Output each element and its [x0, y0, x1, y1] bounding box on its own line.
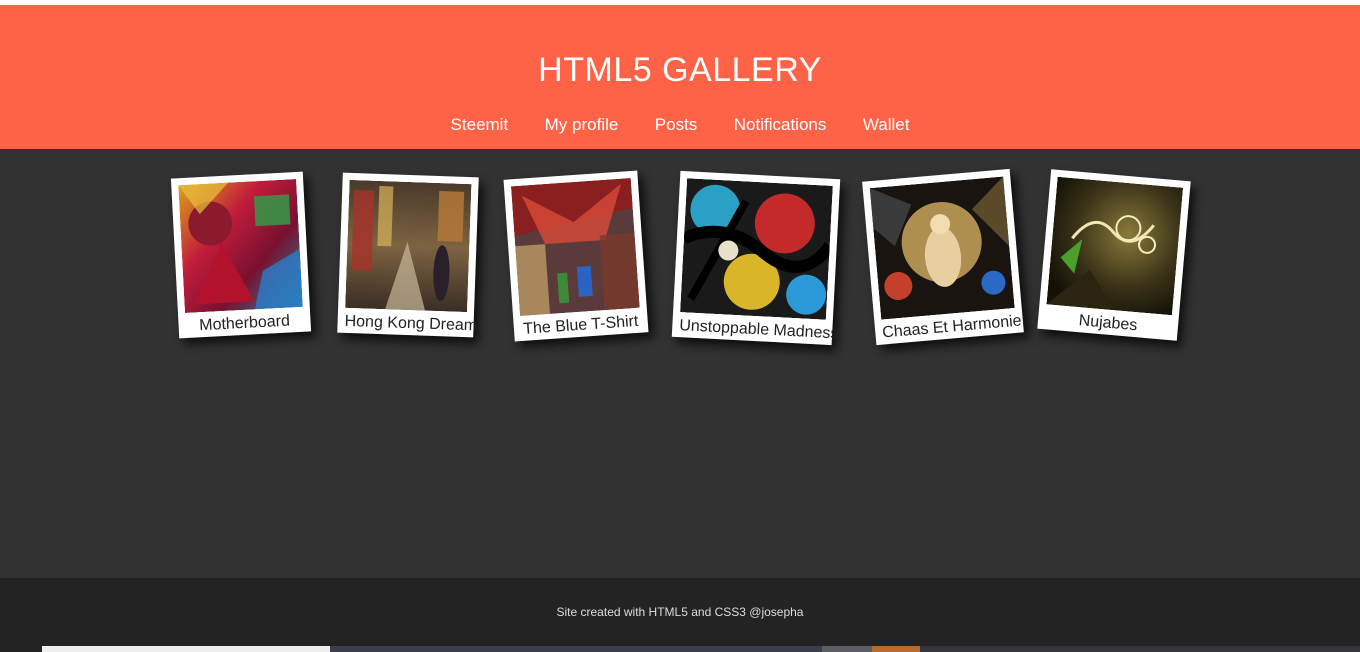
gallery-item-motherboard[interactable]: Motherboard — [170, 171, 312, 339]
photo-unstoppable-madness — [680, 178, 833, 320]
photo-motherboard — [178, 179, 303, 314]
gallery-item-nujabes[interactable]: Nujabes — [1037, 169, 1191, 341]
gallery-item-chaas-et-harmonie[interactable]: Chaas Et Harmonie — [862, 168, 1024, 346]
bottom-image-strip — [0, 646, 1360, 652]
site-header: HTML5 GALLERY Steemit My profile Posts N… — [0, 5, 1360, 149]
photo-chaas-et-harmonie — [869, 176, 1015, 320]
caption-hong-kong-dream: Hong Kong Dream — [344, 312, 478, 335]
footer-credit: Site created with HTML5 and CSS3 @joseph… — [556, 605, 804, 619]
gallery-item-hong-kong-dream[interactable]: Hong Kong Dream — [337, 172, 479, 338]
main-nav: Steemit My profile Posts Notifications W… — [0, 115, 1360, 135]
photo-hong-kong-dream — [345, 179, 472, 313]
nav-link-wallet[interactable]: Wallet — [863, 115, 910, 135]
site-footer: Site created with HTML5 and CSS3 @joseph… — [0, 578, 1360, 652]
gallery-item-unstoppable-madness[interactable]: Unstoppable Madness — [671, 170, 841, 346]
gallery: Motherboard Hong Kong Dream The Blue T-S… — [0, 149, 1360, 578]
nav-link-my-profile[interactable]: My profile — [545, 115, 619, 135]
photo-nujabes — [1046, 176, 1184, 316]
site-title: HTML5 GALLERY — [538, 51, 822, 89]
gallery-item-the-blue-t-shirt[interactable]: The Blue T-Shirt — [503, 170, 649, 342]
nav-link-steemit[interactable]: Steemit — [451, 115, 509, 135]
nav-link-notifications[interactable]: Notifications — [734, 115, 827, 135]
photo-the-blue-t-shirt — [510, 177, 640, 317]
nav-link-posts[interactable]: Posts — [655, 115, 698, 135]
